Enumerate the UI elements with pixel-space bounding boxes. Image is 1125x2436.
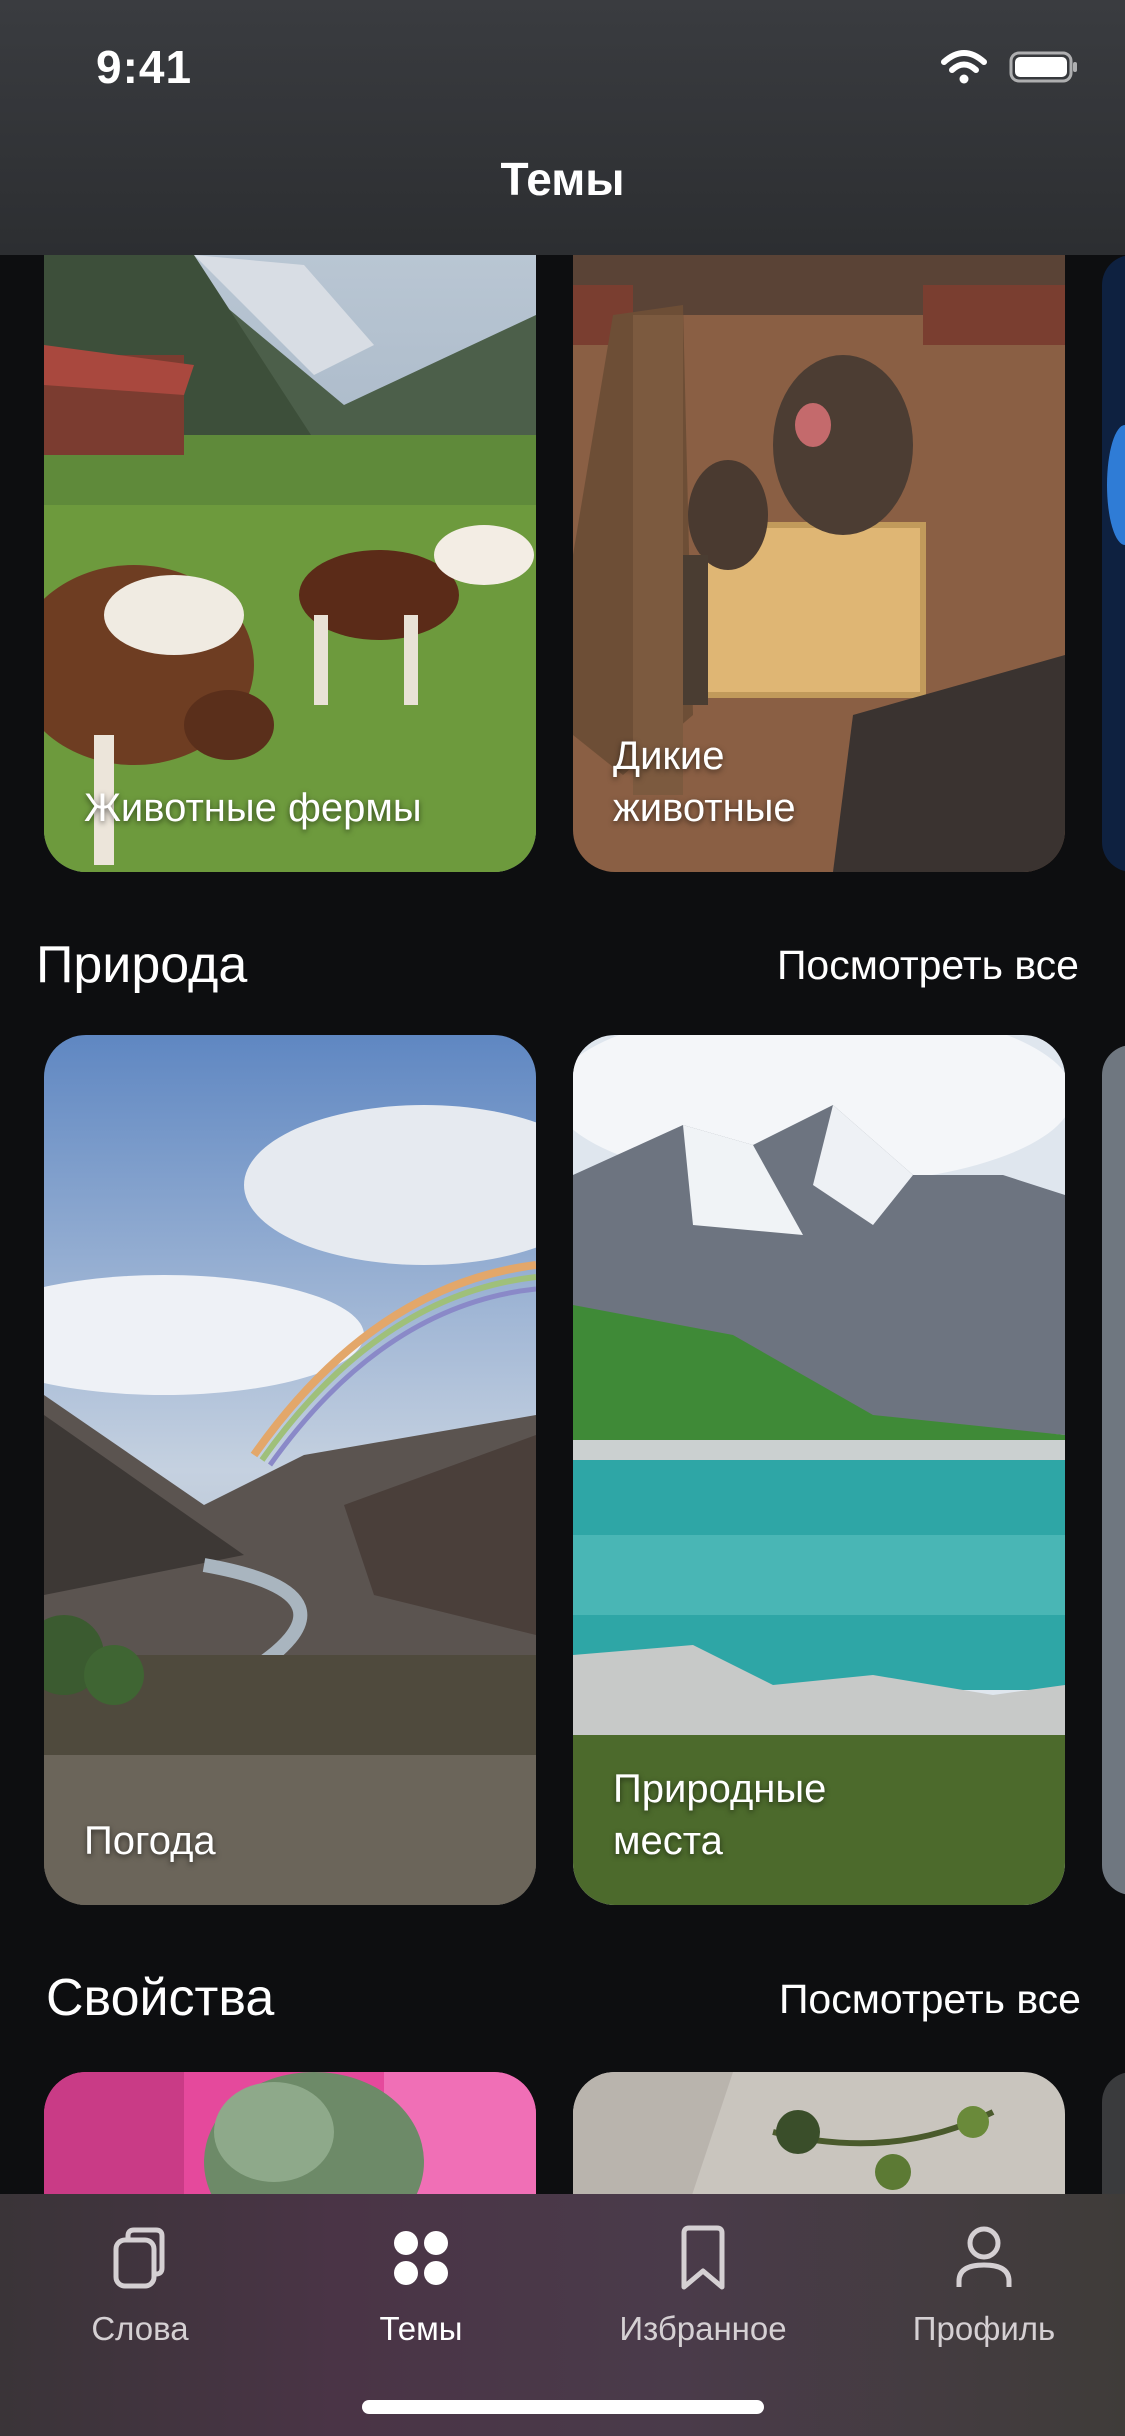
home-indicator	[362, 2400, 764, 2414]
tab-words[interactable]: Слова	[40, 2218, 240, 2348]
page-title: Темы	[500, 153, 625, 205]
section-title-properties: Свойства	[46, 1969, 275, 2027]
tab-label: Профиль	[912, 2310, 1056, 2347]
topic-card-weather[interactable]: Погода	[44, 1035, 536, 1905]
topic-card-wild-animals[interactable]: Дикие животные	[573, 255, 1065, 872]
tab-label: Слова	[91, 2310, 189, 2347]
farm-animals-image	[44, 255, 536, 872]
cards-icon	[113, 2227, 165, 2289]
weather-image	[44, 1035, 536, 1905]
topic-card-label: Дикие животные	[613, 734, 796, 830]
topic-card-label: Погода	[84, 1819, 216, 1863]
bookmark-icon	[681, 2225, 725, 2290]
tab-profile[interactable]: Профиль	[884, 2218, 1084, 2348]
see-all-nature-link[interactable]: Посмотреть все	[777, 942, 1079, 989]
scroll-content: Животные фермы Дикие животные Природа По…	[0, 0, 1125, 2436]
tab-label: Темы	[379, 2310, 463, 2347]
topic-card-label: Природные места	[613, 1767, 827, 1863]
topic-card-peek[interactable]	[1102, 255, 1125, 872]
navigation-bar: 9:41 Темы	[0, 0, 1125, 255]
tab-topics[interactable]: Темы	[321, 2218, 521, 2348]
status-time: 9:41	[96, 41, 193, 93]
battery-icon	[1009, 51, 1077, 83]
see-all-properties-link[interactable]: Посмотреть все	[779, 1976, 1081, 2023]
topic-card-label: Животные фермы	[84, 786, 422, 830]
topic-card-natural-places[interactable]: Природные места	[573, 1035, 1065, 1905]
section-title-nature: Природа	[36, 936, 248, 994]
grid-dots-icon	[394, 2231, 448, 2285]
topic-card-farm-animals[interactable]: Животные фермы	[44, 255, 536, 872]
status-icons	[941, 50, 1079, 84]
topic-card-peek[interactable]	[1102, 1045, 1125, 1895]
tab-label: Избранное	[619, 2310, 787, 2347]
person-icon	[956, 2226, 1012, 2287]
tab-favorites[interactable]: Избранное	[603, 2218, 803, 2348]
wifi-icon	[941, 50, 987, 84]
